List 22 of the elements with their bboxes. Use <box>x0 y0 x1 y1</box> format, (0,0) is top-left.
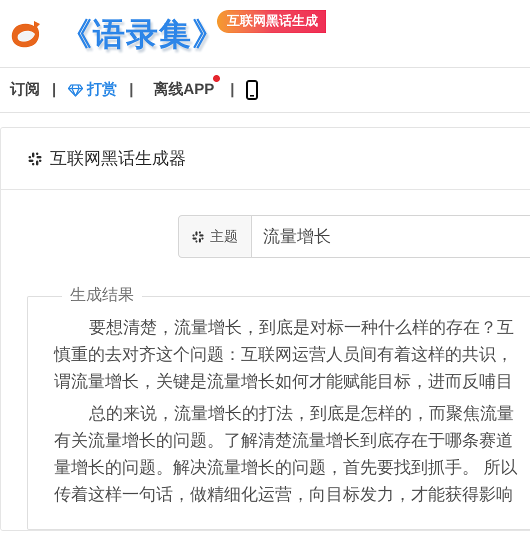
offline-app-link[interactable]: 离线APP <box>153 78 218 102</box>
topic-label: 主题 <box>210 227 238 246</box>
diamond-icon <box>68 84 84 96</box>
hash-icon <box>192 230 204 242</box>
separator: | <box>129 80 134 100</box>
reward-link[interactable]: 打赏 <box>68 78 118 102</box>
topic-input[interactable]: 流量增长 <box>252 215 530 258</box>
subtitle-badge: 互联网黑话生成 <box>217 10 326 33</box>
paragraph-line: 传着这样一句话，做精细化运营，向目标发力，才能获得影响 <box>54 484 513 506</box>
paragraph-line: 要想清楚，流量增长，到底是对标一种什么样的存在？互 <box>88 317 514 339</box>
paragraph-line: 量增长的问题。解决流量增长的问题，首先要找到抓手。 所以 <box>54 457 518 479</box>
paragraph-line: 总的来说，流量增长的打法，到底是怎样的，而聚焦流量 <box>88 403 514 425</box>
subscribe-link[interactable]: 订阅 <box>10 78 40 102</box>
paragraph-line: 慎重的去对齐这个问题：互联网运营人员间有着这样的共识， <box>54 344 513 366</box>
paragraph-line: 谓流量增长，关键是流量增长如何才能赋能目标，进而反哺目 <box>54 371 513 393</box>
card-title: 互联网黑话生成器 <box>50 148 186 170</box>
paragraph-line: 有关流量增长的问题。了解清楚流量增长到底存在于哪条赛道 <box>54 430 513 452</box>
result-legend: 生成结果 <box>62 284 142 308</box>
separator: | <box>52 80 56 100</box>
phone-icon[interactable] <box>246 80 258 100</box>
separator: | <box>230 80 234 100</box>
hash-icon <box>28 152 42 166</box>
